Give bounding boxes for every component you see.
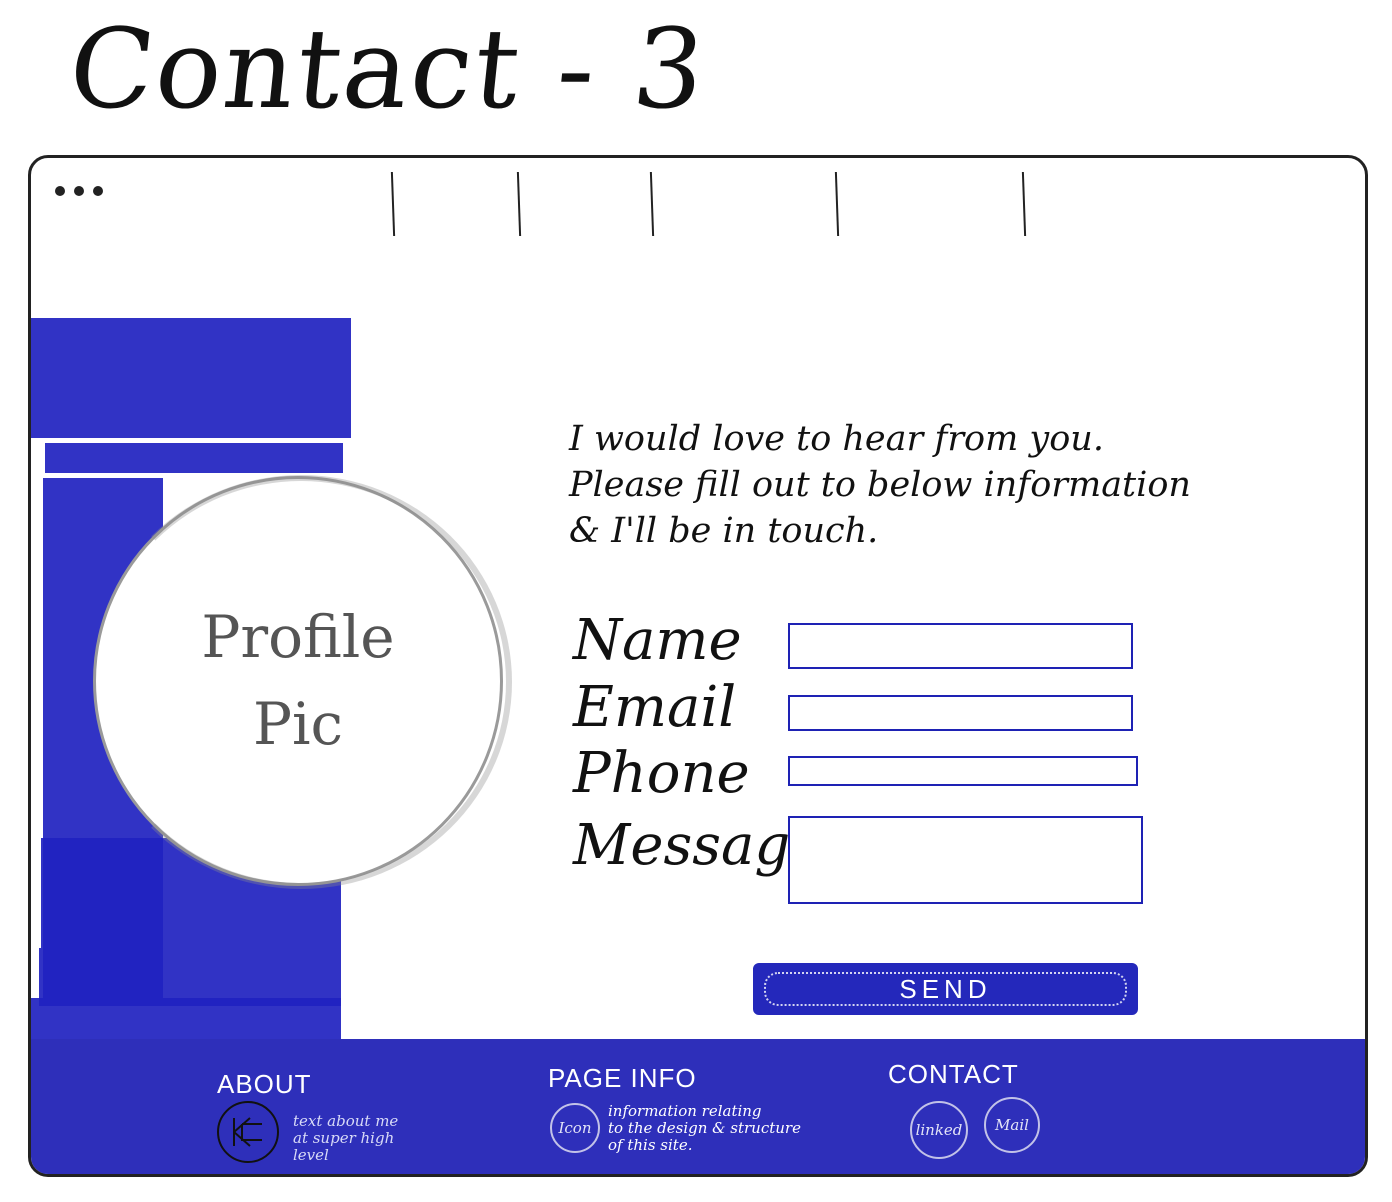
nav-item-2[interactable] — [500, 172, 540, 240]
top-nav — [31, 158, 1365, 248]
logo-icon — [217, 1101, 279, 1163]
name-label: Name — [573, 608, 742, 673]
footer-page-info: PAGE INFO Icon information relating to t… — [548, 1063, 801, 1154]
about-text: text about me at super high level — [293, 1112, 399, 1164]
intro-text: I would love to hear from you. Please fi… — [569, 419, 1191, 551]
page-info-text: information relating to the design & str… — [608, 1102, 801, 1154]
phone-input[interactable] — [788, 756, 1138, 786]
name-input[interactable] — [788, 623, 1133, 669]
send-label: SEND — [899, 973, 992, 1004]
nav-item-1[interactable] — [374, 172, 414, 240]
browser-window: Profile Pic I would love to hear from yo… — [28, 155, 1368, 1177]
nav-item-4[interactable] — [818, 172, 858, 240]
page-info-icon: Icon — [550, 1103, 600, 1153]
message-textarea[interactable] — [788, 816, 1143, 904]
footer-contact: CONTACT linked Mail — [888, 1059, 1040, 1159]
message-label: Message — [573, 813, 824, 878]
linkedin-button[interactable]: linked — [910, 1101, 968, 1159]
send-button[interactable]: SEND — [753, 963, 1138, 1015]
phone-label: Phone — [573, 741, 750, 806]
email-label: Email — [573, 675, 737, 740]
footer-contact-heading: CONTACT — [888, 1059, 1019, 1089]
profile-picture: Profile Pic — [90, 475, 512, 889]
page-title: Contact - 3 — [63, 5, 713, 133]
mail-button[interactable]: Mail — [984, 1097, 1040, 1153]
profile-label: Pic — [252, 690, 344, 758]
footer: ABOUT text about me at super high level … — [31, 1039, 1365, 1174]
footer-about: ABOUT text about me at super high level — [217, 1069, 398, 1164]
footer-about-heading: ABOUT — [217, 1069, 312, 1099]
profile-label: Profile — [201, 603, 395, 671]
footer-page-info-heading: PAGE INFO — [548, 1063, 697, 1093]
nav-item-3[interactable] — [633, 172, 673, 240]
nav-item-5[interactable] — [1005, 172, 1045, 240]
email-input[interactable] — [788, 695, 1133, 731]
